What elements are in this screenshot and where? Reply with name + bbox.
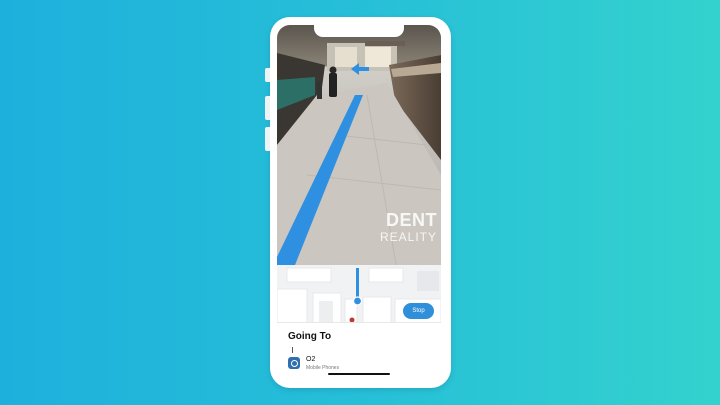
current-location-dot xyxy=(352,296,363,306)
watermark-line-1: DENT xyxy=(386,210,437,230)
phone-screen: DENT REALITY Stop Going To O2 Mobile Pho… xyxy=(277,25,441,379)
route-connector xyxy=(292,347,293,353)
destination-category: Mobile Phones xyxy=(306,365,340,371)
watermark: DENT REALITY xyxy=(380,211,437,243)
going-to-sheet: Going To O2 Mobile Phones xyxy=(277,322,441,379)
destination-name[interactable]: O2 xyxy=(306,356,315,363)
mute-switch xyxy=(265,68,270,82)
going-to-title: Going To xyxy=(288,331,332,342)
phone-frame: DENT REALITY Stop Going To O2 Mobile Pho… xyxy=(265,17,451,388)
route-line xyxy=(356,268,359,300)
volume-up-button xyxy=(265,96,270,120)
watermark-line-2: REALITY xyxy=(379,230,437,244)
home-indicator[interactable] xyxy=(328,373,390,375)
stop-button[interactable]: Stop xyxy=(403,303,434,319)
store-pin-icon xyxy=(288,357,300,369)
phone-notch xyxy=(314,25,404,37)
volume-down-button xyxy=(265,127,270,151)
ar-camera-view: DENT REALITY xyxy=(277,25,441,270)
